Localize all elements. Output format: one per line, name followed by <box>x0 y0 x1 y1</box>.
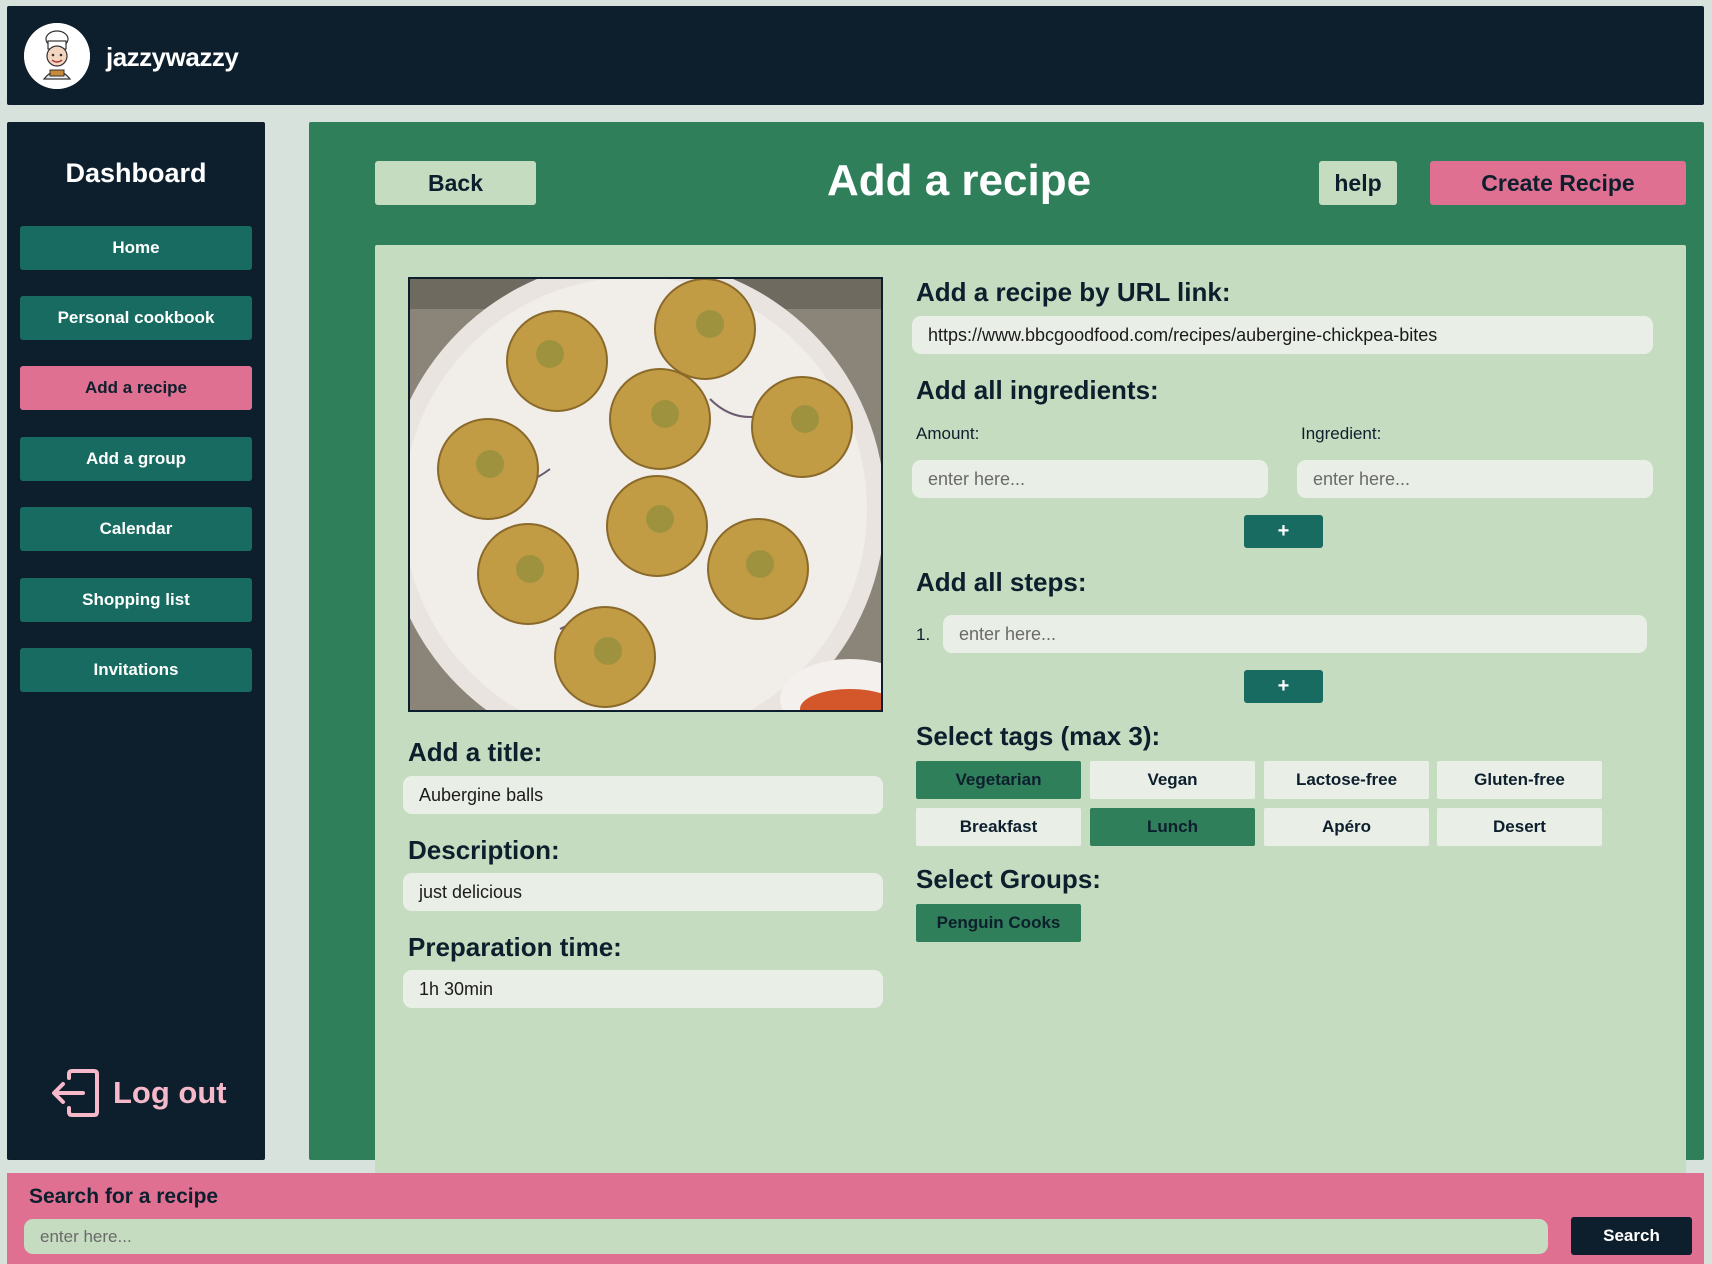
sidebar-item-add-group[interactable]: Add a group <box>20 437 252 481</box>
sidebar: Dashboard Home Personal cookbook Add a r… <box>7 122 265 1160</box>
chef-avatar-icon <box>24 23 90 89</box>
tag-lunch[interactable]: Lunch <box>1090 808 1255 846</box>
ingredient-label: Ingredient: <box>1301 424 1382 443</box>
sidebar-title: Dashboard <box>65 158 207 188</box>
ingredient-input[interactable]: enter here... <box>1297 460 1653 498</box>
recipe-form-panel: Add a title: Aubergine balls Description… <box>375 245 1686 1180</box>
tag-vegetarian[interactable]: Vegetarian <box>916 761 1081 799</box>
prep-time-input[interactable]: 1h 30min <box>403 970 883 1008</box>
sidebar-item-calendar[interactable]: Calendar <box>20 507 252 551</box>
description-input[interactable]: just delicious <box>403 873 883 911</box>
sidebar-item-shopping-list[interactable]: Shopping list <box>20 578 252 622</box>
top-bar: jazzywazzy <box>7 6 1704 105</box>
tag-gluten-free[interactable]: Gluten-free <box>1437 761 1602 799</box>
add-ingredient-button[interactable]: + <box>1244 515 1323 548</box>
logout-button[interactable]: Log out <box>49 1068 227 1118</box>
create-recipe-button[interactable]: Create Recipe <box>1430 161 1686 205</box>
url-input[interactable]: https://www.bbcgoodfood.com/recipes/aube… <box>912 316 1653 354</box>
search-button[interactable]: Search <box>1571 1217 1692 1255</box>
title-label: Add a title: <box>408 737 543 767</box>
search-input[interactable]: enter here... <box>24 1219 1548 1254</box>
tag-lactose-free[interactable]: Lactose-free <box>1264 761 1429 799</box>
username: jazzywazzy <box>106 42 239 72</box>
tag-vegan[interactable]: Vegan <box>1090 761 1255 799</box>
main-content: Back Add a recipe help Create Recipe Add… <box>309 122 1704 1180</box>
amount-label: Amount: <box>916 424 980 443</box>
step-number: 1. <box>916 625 931 644</box>
groups-label: Select Groups: <box>916 864 1101 894</box>
search-label: Search for a recipe <box>29 1185 219 1208</box>
group-penguin-cooks[interactable]: Penguin Cooks <box>916 904 1081 942</box>
url-label: Add a recipe by URL link: <box>916 277 1231 307</box>
ingredients-label: Add all ingredients: <box>916 375 1159 405</box>
logout-label: Log out <box>113 1075 227 1110</box>
recipe-photo-icon <box>410 279 881 710</box>
prep-time-label: Preparation time: <box>408 932 622 962</box>
page-title: Add a recipe <box>826 156 1092 205</box>
sidebar-item-home[interactable]: Home <box>20 226 252 270</box>
description-label: Description: <box>408 835 560 865</box>
add-step-button[interactable]: + <box>1244 670 1323 703</box>
steps-label: Add all steps: <box>916 567 1087 597</box>
sidebar-item-add-recipe[interactable]: Add a recipe <box>20 366 252 410</box>
tag-breakfast[interactable]: Breakfast <box>916 808 1081 846</box>
sidebar-item-invitations[interactable]: Invitations <box>20 648 252 692</box>
tag-desert[interactable]: Desert <box>1437 808 1602 846</box>
back-button[interactable]: Back <box>375 161 536 205</box>
help-button[interactable]: help <box>1319 161 1397 205</box>
sidebar-item-personal-cookbook[interactable]: Personal cookbook <box>20 296 252 340</box>
logout-icon <box>52 1069 99 1117</box>
search-bar: Search for a recipe enter here... Search <box>7 1173 1704 1264</box>
tags-label: Select tags (max 3): <box>916 721 1161 751</box>
title-input[interactable]: Aubergine balls <box>403 776 883 814</box>
amount-input[interactable]: enter here... <box>912 460 1268 498</box>
tag-apero[interactable]: Apéro <box>1264 808 1429 846</box>
step-input[interactable]: enter here... <box>943 615 1647 653</box>
avatar[interactable] <box>24 23 90 89</box>
recipe-image[interactable] <box>408 277 883 712</box>
